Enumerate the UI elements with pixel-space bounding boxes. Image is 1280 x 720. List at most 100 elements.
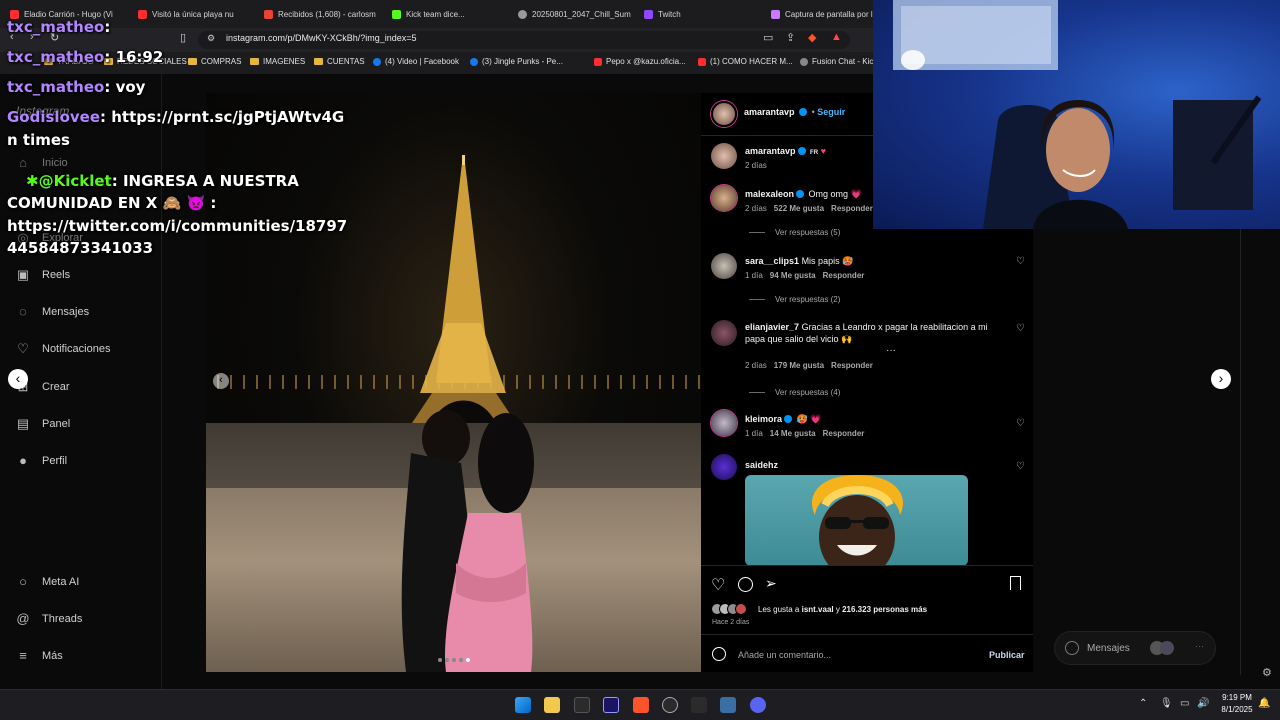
bookmark-link[interactable]: (1) COMO HACER M...	[698, 57, 793, 66]
bookmark-folder[interactable]: CUENTAS	[314, 57, 365, 66]
sidebar-item-notificaciones[interactable]: ♡ Notificaciones	[16, 342, 110, 356]
capcut-icon[interactable]	[691, 697, 707, 713]
comment-input[interactable]: Añade un comentario...	[738, 650, 831, 660]
view-replies-button[interactable]: Ver respuestas (4)	[749, 388, 840, 397]
browser-tab[interactable]: Kick team dice...	[392, 4, 510, 24]
sidebar-item-mas[interactable]: ≡ Más	[16, 649, 63, 663]
commenter-avatar[interactable]	[711, 185, 737, 211]
bookmark-icon[interactable]: ▯	[180, 31, 186, 44]
commenter-avatar[interactable]	[711, 253, 737, 279]
reply-button[interactable]: Responder	[823, 271, 865, 280]
emoji-icon[interactable]	[712, 647, 726, 661]
verified-icon	[799, 108, 808, 116]
like-comment-icon[interactable]: ♡	[1016, 462, 1026, 472]
chevron-up-icon[interactable]: ⌃	[1139, 698, 1147, 709]
profile-icon: ●	[19, 453, 27, 468]
discord-icon[interactable]	[750, 697, 766, 713]
window-app-icon[interactable]	[720, 697, 736, 713]
messenger-icon	[1065, 641, 1079, 655]
comment-image[interactable]	[745, 475, 968, 566]
messages-dock[interactable]: Mensajes ···	[1054, 631, 1216, 665]
sidebar-item-reels[interactable]: ▣ Reels	[16, 268, 70, 282]
share-icon[interactable]: ➢	[765, 575, 777, 592]
chat-message-continued: n times	[7, 131, 70, 149]
carousel-prev-button[interactable]: ‹	[213, 373, 229, 389]
browser-tab[interactable]: Recibidos (1,608) - carlosm	[264, 4, 382, 24]
facebook-icon	[373, 57, 381, 66]
liker-avatars[interactable]	[711, 603, 747, 615]
cast-icon[interactable]: ▭	[763, 31, 773, 44]
browser-tab[interactable]: Visitó la única playa nu	[138, 4, 256, 24]
like-icon[interactable]: ♡	[711, 575, 725, 595]
browser-tab[interactable]: Captura de pantalla por l	[771, 4, 873, 24]
bookmark-link[interactable]: (4) Video | Facebook	[373, 57, 459, 66]
brave-browser-icon[interactable]	[633, 697, 649, 713]
volume-icon[interactable]: 🔊	[1197, 698, 1209, 709]
sidebar-item-meta-ai[interactable]: ○ Meta AI	[16, 575, 79, 589]
premiere-pro-icon[interactable]	[603, 697, 619, 713]
brave-rewards-icon[interactable]: ▲	[831, 31, 842, 43]
bookmark-link[interactable]: Pepo x @kazu.oficia...	[594, 57, 686, 66]
sidebar-item-threads[interactable]: @ Threads	[16, 612, 82, 626]
epic-games-icon[interactable]	[574, 697, 590, 713]
comment-item: elianjavier_7 Gracias a Leandro x pagar …	[711, 320, 1026, 370]
twitch-icon	[644, 9, 653, 19]
follow-button[interactable]: Seguir	[817, 107, 845, 117]
streamer-scene	[893, 0, 1262, 229]
commenter-avatar[interactable]	[711, 454, 737, 480]
commenter-avatar[interactable]	[711, 320, 737, 346]
view-replies-button[interactable]: Ver respuestas (5)	[749, 228, 840, 237]
gmail-icon	[264, 9, 273, 19]
like-comment-icon[interactable]: ♡	[1016, 419, 1026, 429]
heart-emoji: ♥	[820, 146, 826, 156]
view-replies-button[interactable]: Ver respuestas (2)	[749, 295, 840, 304]
divider	[701, 565, 1033, 566]
more-options-icon[interactable]: ···	[886, 345, 896, 356]
reply-button[interactable]: Responder	[831, 361, 873, 370]
bookmark-folder[interactable]: COMPRAS	[188, 57, 241, 66]
reply-button[interactable]: Responder	[831, 204, 873, 213]
site-settings-icon[interactable]: ⚙	[207, 33, 215, 44]
microphone-icon[interactable]: 🎙	[1160, 698, 1173, 709]
sidebar-item-mensajes[interactable]: ◌ Mensajes	[16, 305, 89, 319]
youtube-icon	[698, 57, 706, 66]
menu-icon: ≡	[19, 648, 27, 663]
share-icon[interactable]: ⇪	[786, 31, 795, 44]
threads-icon: @	[16, 611, 30, 626]
obs-icon[interactable]	[662, 697, 678, 713]
youtube-icon	[594, 57, 602, 66]
windows-start-icon[interactable]	[515, 697, 531, 713]
heart-icon: ♡	[17, 341, 29, 356]
folder-icon	[188, 58, 197, 65]
brave-shield-icon[interactable]: ◆	[808, 31, 816, 44]
save-icon[interactable]	[1010, 576, 1021, 590]
bookmark-link[interactable]: Fusion Chat - Kic	[800, 57, 873, 66]
url-text[interactable]: instagram.com/p/DMwKY-XCkBh/?img_index=5	[226, 33, 417, 43]
scrollbar-track[interactable]	[1240, 229, 1241, 675]
browser-tab[interactable]: 20250801_2047_Chill_Sum	[518, 4, 636, 24]
sidebar-item-panel[interactable]: ▤ Panel	[16, 417, 70, 431]
author-username[interactable]: amarantavp	[744, 107, 795, 117]
like-comment-icon[interactable]: ♡	[1016, 324, 1026, 334]
network-icon[interactable]: ▭	[1180, 698, 1189, 709]
taskbar-clock-date[interactable]: 8/1/2025	[1214, 705, 1260, 714]
file-explorer-icon[interactable]	[544, 697, 560, 713]
author-avatar[interactable]	[711, 101, 737, 127]
previous-post-button[interactable]: ‹	[8, 369, 28, 389]
bookmark-link[interactable]: (3) Jingle Punks - Pe...	[470, 57, 563, 66]
reply-button[interactable]: Responder	[823, 429, 865, 438]
next-post-button[interactable]: ›	[1211, 369, 1231, 389]
commenter-avatar[interactable]	[711, 410, 737, 436]
sidebar-item-perfil[interactable]: ● Perfil	[16, 454, 67, 468]
comment-icon[interactable]	[738, 577, 753, 592]
taskbar-clock-time[interactable]: 9:19 PM	[1214, 693, 1260, 702]
sidebar-item-inicio[interactable]: ⌂ Inicio	[16, 156, 68, 170]
windows-taskbar: ⌃ 🎙 ▭ 🔊 🔔	[0, 689, 1280, 720]
publish-button[interactable]: Publicar	[989, 650, 1025, 660]
author-avatar[interactable]	[711, 143, 737, 169]
chat-message-continued: 44584873341033	[7, 239, 154, 257]
bookmark-folder[interactable]: IMAGENES	[250, 57, 305, 66]
browser-tab[interactable]: Twitch	[644, 4, 762, 24]
like-comment-icon[interactable]: ♡	[1016, 257, 1026, 267]
settings-icon[interactable]: ⚙	[1262, 666, 1272, 679]
